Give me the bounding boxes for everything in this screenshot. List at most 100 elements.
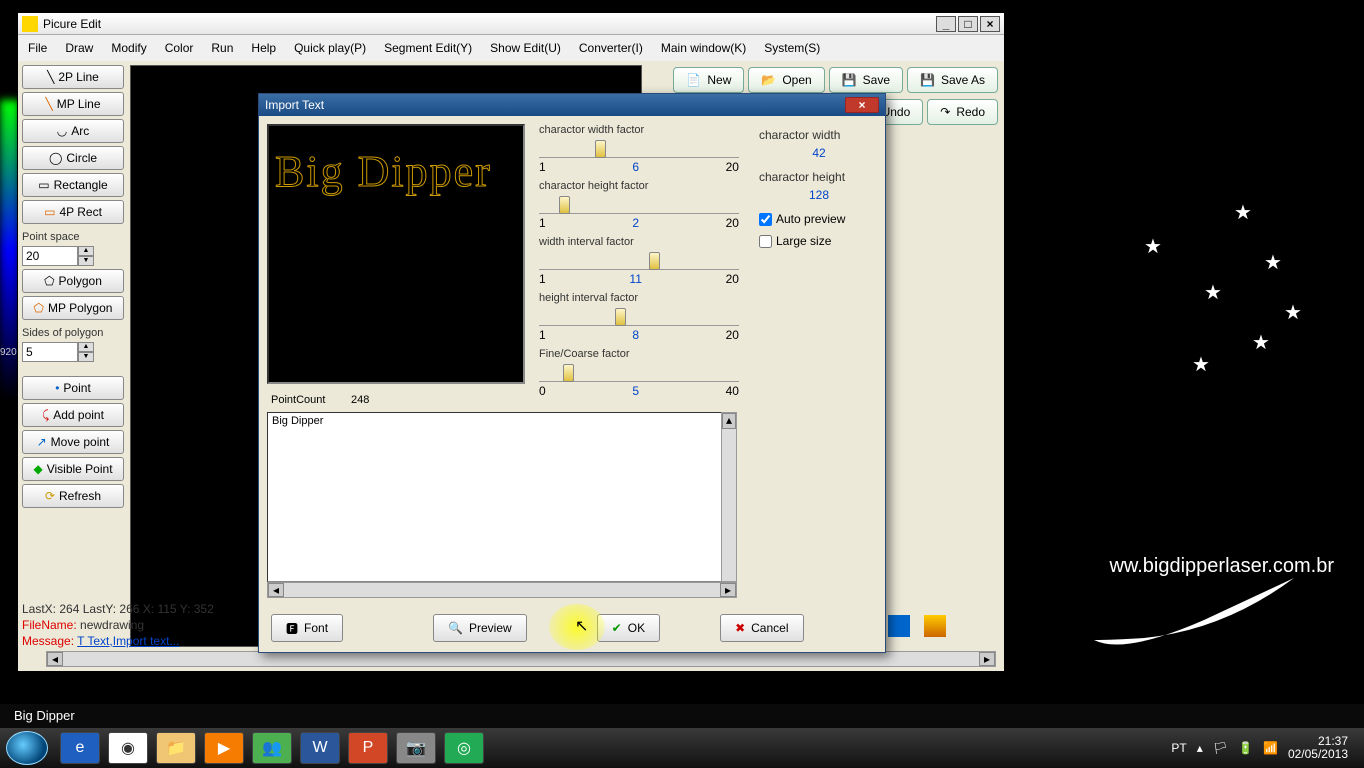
tool-move-point[interactable]: ↗Move point [22,430,124,454]
taskbar-word[interactable]: W [300,732,340,764]
sides-input[interactable] [22,342,78,362]
ta-scroll-up[interactable]: ▴ [722,413,736,429]
taskbar-ie[interactable]: e [60,732,100,764]
auto-preview-checkbox[interactable]: Auto preview [759,212,879,226]
textarea-vscroll[interactable]: ▴ [721,412,737,582]
menu-segment-edit[interactable]: Segment Edit(Y) [384,41,472,55]
new-button[interactable]: 📄New [673,67,744,93]
taskbar-media[interactable]: ▶ [204,732,244,764]
slider-heightInterval[interactable] [539,306,739,326]
char-height-value: 128 [759,188,879,202]
dialog-close-button[interactable]: × [845,97,879,113]
tool-point[interactable]: •Point [22,376,124,400]
text-preview: Big Dipper [267,124,525,384]
point-space-label: Point space [22,231,124,243]
ta-scroll-left[interactable]: ◂ [268,583,284,597]
font-button[interactable]: 🅵Font [271,614,343,642]
slider-label-heightFactor: charactor height factor [539,180,739,192]
tool-mp-polygon[interactable]: ⬠MP Polygon [22,296,124,320]
tool-rectangle[interactable]: ▭Rectangle [22,173,124,197]
tray-flag-icon[interactable]: 🏳 [1213,741,1228,755]
tool-add-point[interactable]: ⤹Add point [22,403,124,427]
char-width-label: charactor width [759,128,879,142]
addpoint-icon: ⤹ [42,408,49,423]
menu-draw[interactable]: Draw [65,41,93,55]
menubar: File Draw Modify Color Run Help Quick pl… [18,35,1004,61]
tool-2p-line[interactable]: ╲2P Line [22,65,124,89]
taskbar-chrome[interactable]: ◉ [108,732,148,764]
ok-button[interactable]: ✔OK [597,614,660,642]
textarea-hscroll[interactable]: ◂ ▸ [267,582,737,598]
tool-icon-2[interactable] [924,615,946,637]
font-icon: 🅵 [286,620,298,637]
point-space-up[interactable]: ▲ [78,246,94,256]
save-as-button[interactable]: 💾Save As [907,67,998,93]
ta-scroll-right[interactable]: ▸ [720,583,736,597]
maximize-button[interactable]: □ [958,16,978,32]
tray-battery-icon[interactable]: 🔋 [1238,741,1253,755]
line-icon: ╲ [47,70,54,84]
scroll-right[interactable]: ▸ [979,652,995,666]
menu-file[interactable]: File [28,41,47,55]
sides-down[interactable]: ▼ [78,352,94,362]
new-icon: 📄 [686,73,701,87]
tool-mp-line[interactable]: ╲MP Line [22,92,124,116]
menu-converter[interactable]: Converter(I) [579,41,643,55]
slider-widthInterval[interactable] [539,250,739,270]
tray-up-icon[interactable]: ▴ [1197,741,1203,755]
sides-up[interactable]: ▲ [78,342,94,352]
taskbar-app2[interactable]: ◎ [444,732,484,764]
pointcount-label: PointCount [271,394,325,406]
close-button[interactable]: × [980,16,1000,32]
slider-label-widthFactor: charactor width factor [539,124,739,136]
tool-visible-point[interactable]: ◆Visible Point [22,457,124,481]
start-button[interactable] [6,731,48,765]
point-space-input[interactable] [22,246,78,266]
taskbar-app1[interactable]: 📷 [396,732,436,764]
minimize-button[interactable]: _ [936,16,956,32]
menu-quickplay[interactable]: Quick play(P) [294,41,366,55]
slider-fineCoarse[interactable] [539,362,739,382]
preview-button[interactable]: 🔍Preview [433,614,527,642]
tool-icon-1[interactable] [888,615,910,637]
open-icon: 📂 [761,73,776,87]
redo-button[interactable]: ↷Redo [927,99,998,125]
tool-circle[interactable]: ◯Circle [22,146,124,170]
cancel-button[interactable]: ✖Cancel [720,614,803,642]
tool-arc[interactable]: ◡Arc [22,119,124,143]
taskbar-explorer[interactable]: 📁 [156,732,196,764]
save-button[interactable]: 💾Save [829,67,903,93]
menu-modify[interactable]: Modify [111,41,146,55]
scroll-left[interactable]: ◂ [47,652,63,666]
tray-lang[interactable]: PT [1171,741,1186,755]
toolbox: ╲2P Line ╲MP Line ◡Arc ◯Circle ▭Rectangl… [18,61,128,651]
slider-label-widthInterval: width interval factor [539,236,739,248]
dialog-title: Import Text [265,98,845,112]
menu-run[interactable]: Run [211,41,233,55]
taskbar-powerpoint[interactable]: P [348,732,388,764]
slider-heightFactor[interactable] [539,194,739,214]
slider-widthFactor[interactable] [539,138,739,158]
open-button[interactable]: 📂Open [748,67,824,93]
menu-main-window[interactable]: Main window(K) [661,41,746,55]
text-input[interactable]: Big Dipper [267,412,737,582]
menu-system[interactable]: System(S) [764,41,820,55]
mppolygon-icon: ⬠ [34,301,44,315]
menu-color[interactable]: Color [165,41,194,55]
large-size-checkbox[interactable]: Large size [759,234,879,248]
movepoint-icon: ↗ [37,435,47,449]
tool-polygon[interactable]: ⬠Polygon [22,269,124,293]
tool-4p-rect[interactable]: ▭4P Rect [22,200,124,224]
menu-help[interactable]: Help [251,41,276,55]
arc-icon: ◡ [57,124,67,138]
horizontal-scrollbar[interactable]: ◂ ▸ [46,651,996,667]
tray-clock[interactable]: 21:37 02/05/2013 [1288,735,1348,761]
visible-icon: ◆ [33,462,42,476]
point-space-down[interactable]: ▼ [78,256,94,266]
menu-show-edit[interactable]: Show Edit(U) [490,41,561,55]
taskbar-msn[interactable]: 👥 [252,732,292,764]
tray-wifi-icon[interactable]: 📶 [1263,741,1278,755]
tool-refresh[interactable]: ⟳Refresh [22,484,124,508]
save-icon: 💾 [842,73,857,87]
side-label: 920 [0,347,17,358]
